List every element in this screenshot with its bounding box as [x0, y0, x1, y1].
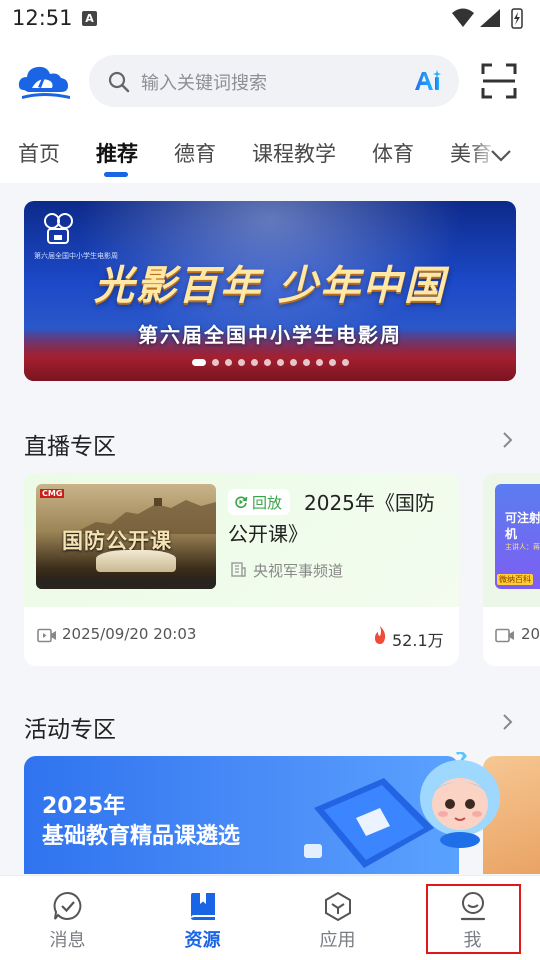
- thumb-title-next: 可注射纳米机: [505, 511, 540, 541]
- banner-dot[interactable]: [277, 359, 284, 366]
- live-card[interactable]: CMG 国防公开课 回放 2025年《国防公开课》 央视军事频道 2025/09…: [24, 473, 459, 666]
- hero-banner[interactable]: 第六届全国中小学生电影周 光影百年 少年中国 第六届全国中小学生电影周: [24, 201, 516, 381]
- cube-icon: [325, 891, 351, 922]
- banner-dot[interactable]: [329, 359, 336, 366]
- activity-banner-title: 基础教育精品课遴选: [42, 824, 241, 849]
- ai-icon[interactable]: [413, 69, 443, 93]
- scan-icon[interactable]: [480, 62, 518, 100]
- search-input[interactable]: 输入关键词搜索: [141, 69, 267, 95]
- banner-dot[interactable]: [251, 359, 258, 366]
- thumb-tag-next: 微纳百科: [497, 574, 533, 585]
- tab-sports[interactable]: 体育: [372, 138, 414, 168]
- live-thumbnail: CMG 国防公开课: [36, 484, 216, 589]
- view-count: 52.1万: [392, 631, 444, 650]
- live-card-next[interactable]: 可注射纳米机 主讲人：蒋 微纳百科 20: [483, 473, 540, 666]
- live-thumbnail-next: 可注射纳米机 主讲人：蒋 微纳百科: [495, 484, 540, 589]
- status-icons: [452, 8, 523, 29]
- activity-banner-year: 2025年: [42, 794, 126, 819]
- book-icon: [191, 893, 215, 920]
- banner-dot[interactable]: [303, 359, 310, 366]
- tab-moral[interactable]: 德育: [174, 138, 216, 168]
- book-graphic: [96, 550, 176, 572]
- live-time: 2025/09/20 20:03: [62, 625, 197, 643]
- chevron-right-icon[interactable]: [500, 431, 514, 449]
- category-tabs: 首页 推荐 德育 课程教学 体育 美育: [0, 130, 540, 180]
- sponsor-strip: [36, 578, 216, 589]
- banner-dot[interactable]: [225, 359, 232, 366]
- tab-home[interactable]: 首页: [18, 138, 60, 168]
- banner-dot[interactable]: [212, 359, 219, 366]
- cmg-logo: CMG: [40, 489, 65, 498]
- live-time-next: 20: [521, 625, 540, 643]
- banner-title: 光影百年 少年中国: [94, 262, 446, 309]
- mascot-icon: [420, 752, 500, 848]
- video-icon: [37, 628, 56, 643]
- channel-name: 央视军事频道: [253, 562, 344, 580]
- tab-courses[interactable]: 课程教学: [252, 138, 336, 168]
- film-emblem-icon: [44, 213, 73, 244]
- banner-dot[interactable]: [342, 359, 349, 366]
- profile-highlight-box: [426, 884, 521, 954]
- banner-dot[interactable]: [238, 359, 245, 366]
- live-title: 2025年《国防公开课》: [228, 491, 435, 546]
- live-section-title: 直播专区: [24, 434, 116, 460]
- banner-pagination: [192, 359, 392, 367]
- tab-recommend[interactable]: 推荐: [96, 138, 138, 168]
- activity-banner[interactable]: 2025年 基础教育精品课遴选: [24, 756, 459, 874]
- banner-subtitle: 第六届全国中小学生电影周: [138, 323, 402, 347]
- nav-messages[interactable]: 消息: [0, 876, 135, 960]
- video-icon: [495, 628, 514, 643]
- nav-resources-label: 资源: [184, 930, 221, 951]
- message-icon: [53, 891, 82, 920]
- tab-indicator: [104, 172, 128, 177]
- search-bar[interactable]: 输入关键词搜索: [89, 55, 459, 107]
- banner-dot[interactable]: [316, 359, 323, 366]
- signal-icon: [480, 9, 500, 27]
- notification-a-icon: A: [82, 11, 97, 26]
- search-icon: [108, 71, 130, 93]
- channel-icon: [231, 562, 246, 577]
- status-bar: 12:51 A: [0, 0, 540, 38]
- activity-section-title: 活动专区: [24, 717, 116, 743]
- banner-dot[interactable]: [264, 359, 271, 366]
- status-time: 12:51: [12, 6, 73, 30]
- thumb-speaker-next: 主讲人：蒋: [505, 543, 540, 551]
- wifi-icon: [452, 8, 474, 27]
- logo-icon[interactable]: [16, 60, 72, 102]
- banner-dot[interactable]: [290, 359, 297, 366]
- banner-dot[interactable]: [192, 359, 206, 366]
- nav-apps-label: 应用: [319, 930, 356, 951]
- nav-apps[interactable]: 应用: [270, 876, 405, 960]
- chevron-right-icon[interactable]: [500, 713, 514, 731]
- chevron-down-icon[interactable]: [488, 142, 514, 168]
- nav-messages-label: 消息: [49, 930, 86, 951]
- nav-resources[interactable]: 资源: [135, 876, 270, 960]
- fire-icon: [375, 626, 386, 644]
